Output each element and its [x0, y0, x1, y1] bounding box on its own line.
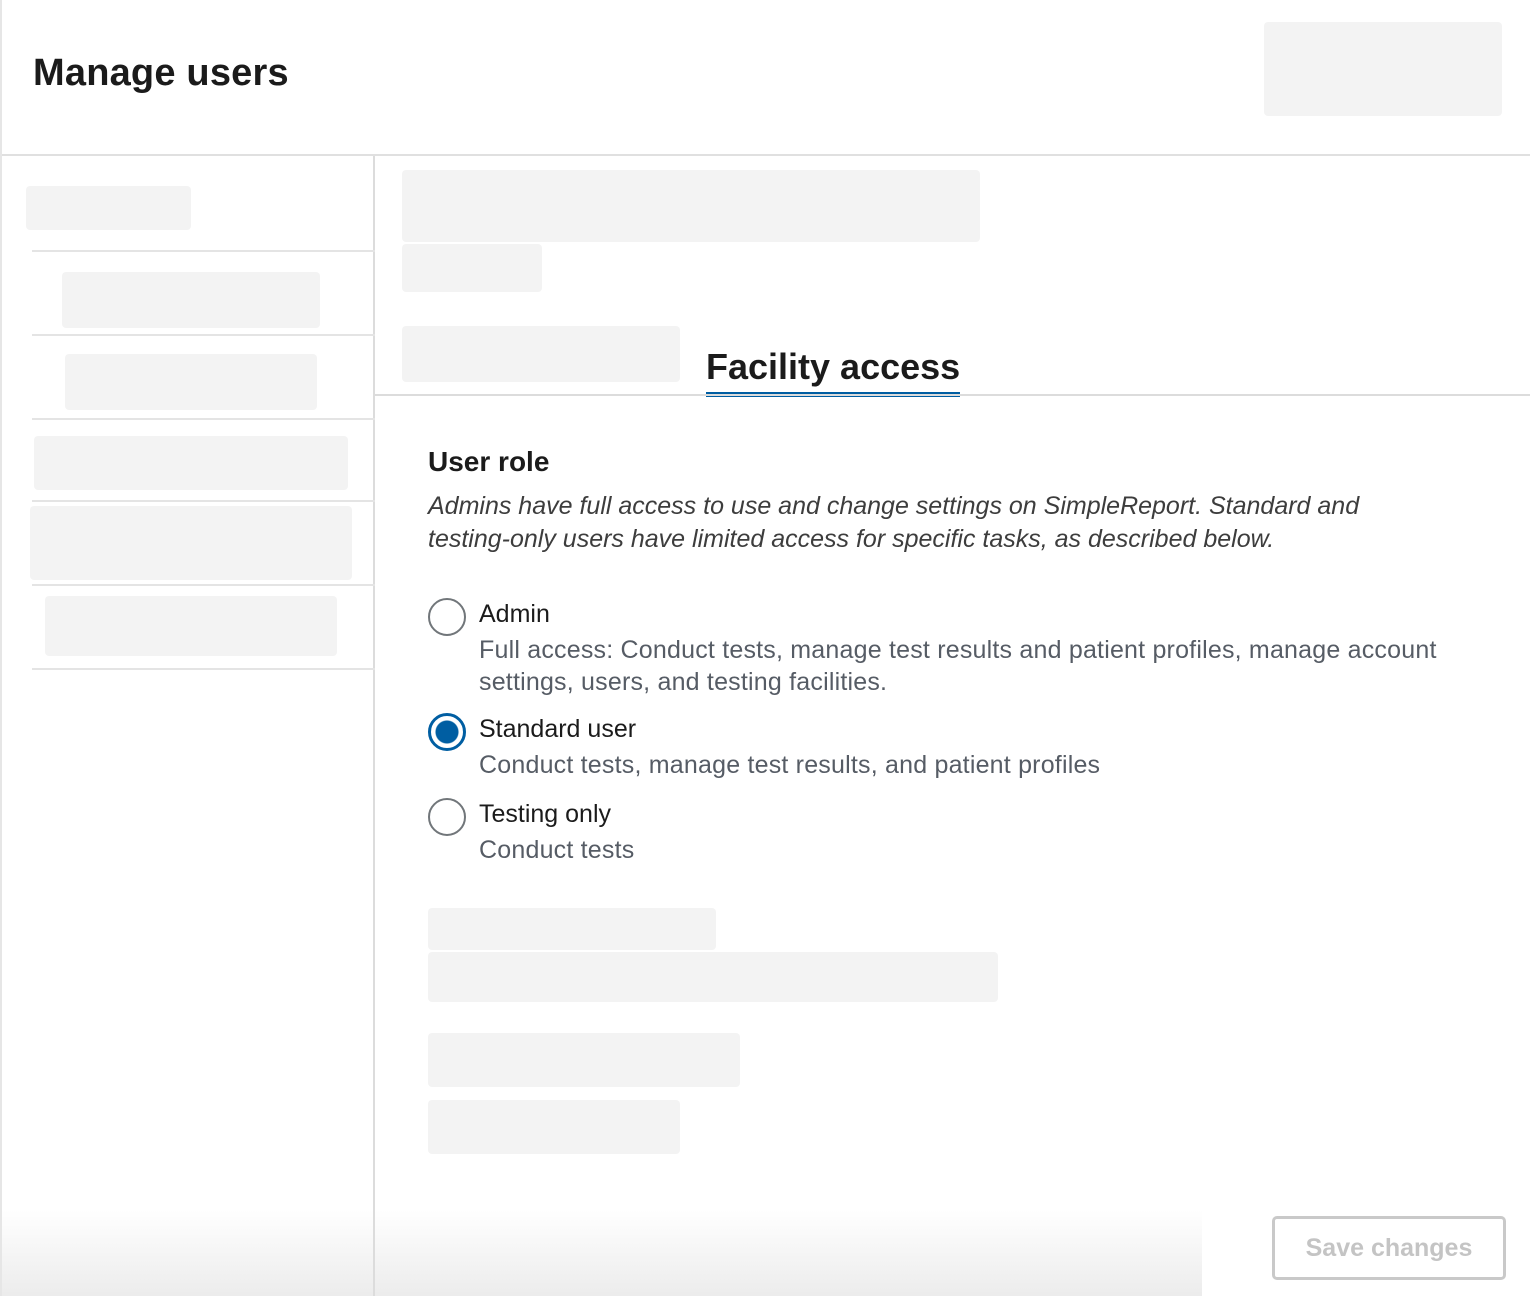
role-option-testing-only[interactable]: Testing only Conduct tests: [428, 798, 1518, 868]
user-list-item-placeholder: [30, 506, 352, 580]
user-list-item[interactable]: [32, 420, 375, 502]
radio-standard-user-description: Conduct tests, manage test results, and …: [479, 751, 1101, 779]
radio-admin-label[interactable]: Admin: [479, 600, 550, 629]
radio-standard-user[interactable]: [428, 713, 466, 751]
page-header: Manage users: [2, 0, 1530, 156]
user-list-item-placeholder: [62, 272, 320, 328]
user-list-item[interactable]: [32, 586, 375, 670]
radio-standard-user-label[interactable]: Standard user: [479, 715, 636, 744]
user-list-item-placeholder: [45, 596, 337, 656]
user-list-item[interactable]: [30, 502, 375, 586]
sidebar-heading-placeholder: [26, 186, 191, 230]
user-list-item[interactable]: [32, 336, 375, 420]
radio-testing-only-label[interactable]: Testing only: [479, 800, 611, 829]
radio-admin[interactable]: [428, 598, 466, 636]
tab-user-info-placeholder[interactable]: [402, 326, 680, 382]
role-option-standard-user[interactable]: Standard user Conduct tests, manage test…: [428, 713, 1518, 783]
facility-label-placeholder: [428, 908, 716, 950]
user-list-item-placeholder: [34, 436, 348, 490]
page-title: Manage users: [33, 52, 289, 94]
radio-testing-only-description: Conduct tests: [479, 836, 635, 864]
user-list-item[interactable]: [32, 252, 375, 336]
radio-admin-description: Full access: Conduct tests, manage test …: [479, 636, 1437, 696]
facility-option-placeholder: [428, 1033, 740, 1087]
user-name-placeholder: [402, 170, 980, 242]
tabs-divider: [375, 394, 1530, 396]
header-action-placeholder: [1264, 22, 1502, 116]
user-list-item-placeholder: [65, 354, 317, 410]
user-role-heading: User role: [428, 446, 550, 477]
manage-users-page: Manage users Facility access User role A…: [0, 0, 1530, 1296]
facility-select-placeholder[interactable]: [428, 952, 998, 1002]
user-status-placeholder: [402, 244, 542, 292]
user-list-sidebar: [2, 156, 375, 1296]
radio-testing-only[interactable]: [428, 798, 466, 836]
user-detail-panel: Facility access User role Admins have fu…: [375, 156, 1530, 1296]
tab-facility-access[interactable]: Facility access: [706, 346, 961, 397]
user-role-description: Admins have full access to use and chang…: [428, 492, 1360, 553]
save-changes-button[interactable]: Save changes: [1272, 1216, 1506, 1280]
role-option-admin[interactable]: Admin Full access: Conduct tests, manage…: [428, 598, 1518, 698]
facility-option-placeholder: [428, 1100, 680, 1154]
